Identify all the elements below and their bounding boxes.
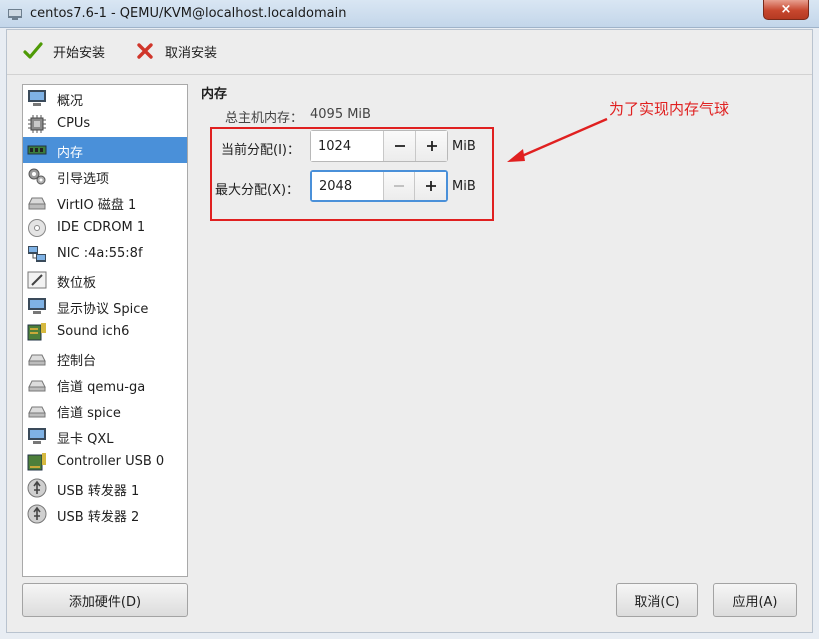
sidebar-item-usb-redir-2[interactable]: USB 转发器 2 xyxy=(23,501,187,527)
sidebar-item-video-qxl[interactable]: 显卡 QXL xyxy=(23,423,187,449)
total-memory-label: 总主机内存： xyxy=(225,111,304,126)
vm-icon xyxy=(8,9,22,20)
sidebar-item-sound[interactable]: Sound ich6 xyxy=(23,319,187,345)
details-window: 开始安装 取消安装 概况 CPUs 内存 引导选项 VirtIO 磁盘 1 ID… xyxy=(6,29,813,633)
total-memory-value: 4095 MiB xyxy=(310,107,371,122)
sidebar-item-console[interactable]: 控制台 xyxy=(23,345,187,371)
serial-icon xyxy=(28,354,46,366)
sidebar-item-memory[interactable]: 内存 xyxy=(23,137,187,163)
apply-button[interactable]: 应用(A) xyxy=(713,583,797,617)
usb-icon xyxy=(27,504,47,524)
monitor-icon xyxy=(28,90,46,106)
channel-icon xyxy=(28,380,46,392)
disk-icon xyxy=(28,197,46,210)
cancel-button[interactable]: 取消(C) xyxy=(616,583,698,617)
sidebar-item-tablet[interactable]: 数位板 xyxy=(23,267,187,293)
network-icon xyxy=(28,246,46,262)
video-icon xyxy=(28,428,46,444)
controller-icon xyxy=(27,453,46,471)
cpu-icon xyxy=(28,115,46,133)
usb-icon xyxy=(27,478,47,498)
cancel-install-button[interactable]: 取消安装 xyxy=(135,39,217,63)
checkmark-icon xyxy=(23,42,43,59)
sidebar-item-controller-usb[interactable]: Controller USB 0 xyxy=(23,449,187,475)
section-title: 内存 xyxy=(201,87,228,102)
channel-icon xyxy=(28,406,46,418)
annotation-box xyxy=(210,127,494,221)
cancel-install-label: 取消安装 xyxy=(165,45,218,61)
sidebar-item-display-spice[interactable]: 显示协议 Spice xyxy=(23,293,187,319)
sidebar-item-virtio-disk[interactable]: VirtIO 磁盘 1 xyxy=(23,189,187,215)
sidebar-item-ide-cdrom[interactable]: IDE CDROM 1 xyxy=(23,215,187,241)
add-hardware-button[interactable]: 添加硬件(D) xyxy=(22,583,188,617)
sidebar-item-boot-options[interactable]: 引导选项 xyxy=(23,163,187,189)
toolbar: 开始安装 取消安装 xyxy=(7,30,812,72)
annotation-text: 为了实现内存气球 xyxy=(609,100,730,118)
sound-icon xyxy=(27,323,46,341)
close-icon: × xyxy=(780,2,792,17)
window-title: centos7.6-1 - QEMU/KVM@localhost.localdo… xyxy=(30,6,347,21)
hardware-list: 概况 CPUs 内存 引导选项 VirtIO 磁盘 1 IDE CDROM 1 … xyxy=(22,84,188,577)
toolbar-divider xyxy=(7,74,812,75)
begin-install-button[interactable]: 开始安装 xyxy=(23,39,105,63)
memory-icon xyxy=(27,145,47,155)
close-button[interactable]: × xyxy=(763,0,809,20)
annotation-arrow-icon xyxy=(507,117,608,162)
cdrom-icon xyxy=(28,219,46,237)
sidebar-item-channel-qemu-ga[interactable]: 信道 qemu-ga xyxy=(23,371,187,397)
sidebar-item-overview[interactable]: 概况 xyxy=(23,85,187,111)
begin-install-label: 开始安装 xyxy=(53,45,106,61)
tablet-icon xyxy=(27,271,47,289)
sidebar-item-channel-spice[interactable]: 信道 spice xyxy=(23,397,187,423)
gears-icon xyxy=(28,168,46,185)
cross-icon xyxy=(137,43,153,59)
sidebar-item-cpus[interactable]: CPUs xyxy=(23,111,187,137)
display-icon xyxy=(28,298,46,314)
sidebar-item-usb-redir-1[interactable]: USB 转发器 1 xyxy=(23,475,187,501)
title-bar: centos7.6-1 - QEMU/KVM@localhost.localdo… xyxy=(0,0,819,28)
sidebar-item-nic[interactable]: NIC :4a:55:8f xyxy=(23,241,187,267)
